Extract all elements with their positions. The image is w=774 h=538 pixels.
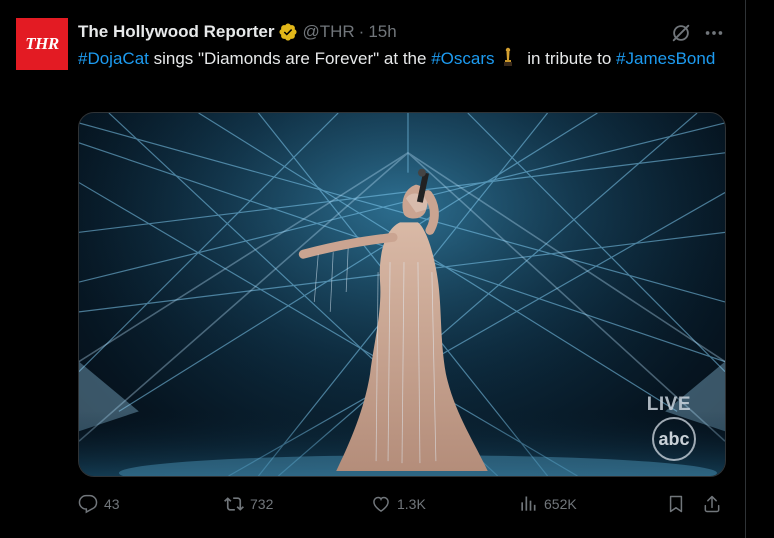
timeline-divider [745,0,746,538]
repost-button[interactable]: 732 [224,494,273,514]
grok-icon[interactable] [670,22,692,44]
network-logo-text: abc [658,428,690,449]
hashtag-oscars[interactable]: #Oscars [431,49,494,68]
tweet-text: #DojaCat sings "Diamonds are Forever" at… [78,46,718,72]
repost-icon [224,497,244,511]
video-player[interactable]: LIVE abc [78,112,726,477]
tweet-text-part: in tribute to [522,49,617,68]
reply-button[interactable]: 43 [78,494,120,514]
avatar-text: THR [25,34,59,53]
reply-count: 43 [104,496,120,512]
share-icon [704,495,720,513]
tweet-header: The Hollywood Reporter @THR · 15h [78,20,397,44]
views-button[interactable]: 652K [518,494,577,514]
verified-badge-icon[interactable] [278,22,298,42]
avatar[interactable]: THR [16,18,68,70]
author-name[interactable]: The Hollywood Reporter [78,22,274,42]
network-logo: abc [652,417,696,461]
oscar-statue-icon [504,47,513,66]
like-icon [373,496,389,512]
views-count: 652K [544,496,577,512]
hashtag-dojacat[interactable]: #DojaCat [78,49,149,68]
video-frame [79,113,725,476]
action-bar: 43 732 1.3K 652K [78,494,726,518]
views-icon [521,496,536,511]
live-label: LIVE [646,394,691,415]
author-handle[interactable]: @THR [302,22,354,42]
hashtag-jamesbond[interactable]: #JamesBond [616,49,715,68]
repost-count: 732 [250,496,274,512]
separator: · [358,22,365,41]
tweet-text-part: sings "Diamonds are Forever" at the [148,49,432,68]
share-button[interactable] [702,494,728,514]
tweet-time[interactable]: 15h [368,22,396,42]
bookmark-icon [669,495,683,513]
reply-icon [78,494,98,514]
bookmark-button[interactable] [666,494,692,514]
like-button[interactable]: 1.3K [371,494,426,514]
like-count: 1.3K [397,496,426,512]
more-icon[interactable] [703,22,725,44]
